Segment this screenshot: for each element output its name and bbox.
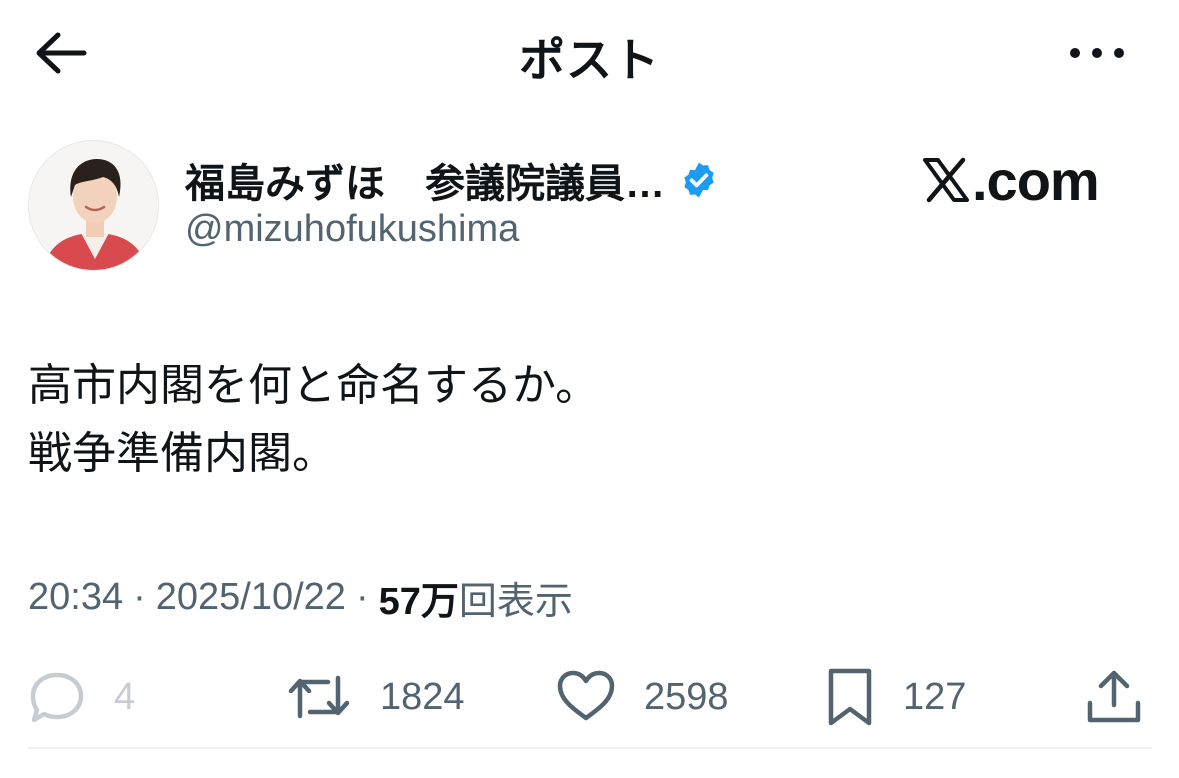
like-count: 2598 [644,675,729,718]
retweet-button[interactable]: 1824 [286,660,465,734]
tweet-date[interactable]: 2025/10/22 [156,576,346,619]
top-bar: ポスト [0,0,1179,110]
profile-photo [29,141,158,270]
author-name-row: 福島みずほ 参議院議員… [185,152,719,208]
action-bar: 4 1824 2598 127 [0,660,1179,734]
views-count[interactable]: 57万 [379,570,459,625]
bookmark-icon [828,668,872,726]
author-display-name[interactable]: 福島みずほ 参議院議員… [185,151,665,209]
verified-badge-icon [679,160,719,200]
tweet-text: 高市内閣を何と命名するか。 戦争準備内閣。 [28,352,599,488]
watermark: .com [922,148,1100,212]
like-button[interactable]: 2598 [556,660,729,734]
avatar[interactable] [28,140,159,271]
tweet-time[interactable]: 20:34 [28,576,123,619]
divider [28,747,1152,749]
page-title: ポスト [519,34,660,86]
tweet-meta: 20:34 · 2025/10/22 · 57万 回表示 [28,570,573,625]
more-button[interactable] [1060,30,1134,76]
bookmark-count: 127 [903,675,967,718]
share-icon [1087,670,1141,723]
more-horizontal-icon [1070,48,1124,58]
reply-button[interactable]: 4 [28,660,135,734]
x-logo-icon [922,157,970,203]
retweet-icon [288,675,350,719]
reply-count: 4 [114,675,136,718]
share-button[interactable] [1084,660,1144,734]
meta-separator: · [355,576,369,618]
author-handle[interactable]: @mizuhofukushima [185,208,519,251]
tweet-line: 戦争準備内閣。 [28,429,336,478]
bookmark-button[interactable]: 127 [825,660,966,734]
meta-separator: · [133,576,146,618]
heart-icon [557,670,615,721]
reply-icon [30,672,84,723]
watermark-text: .com [972,148,1100,212]
tweet-line: 高市内閣を何と命名するか。 [28,361,600,410]
views-label[interactable]: 回表示 [459,570,573,625]
retweet-count: 1824 [380,675,465,718]
